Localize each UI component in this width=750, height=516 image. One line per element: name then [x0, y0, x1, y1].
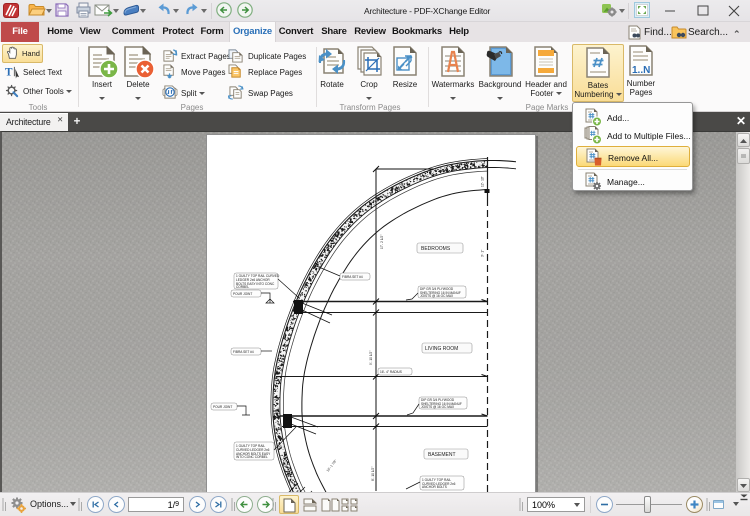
- svg-text:T: T: [5, 66, 13, 78]
- svg-text:JOISTS @ 16 OC MAX: JOISTS @ 16 OC MAX: [421, 405, 455, 409]
- svg-text:FIBRA SET #4: FIBRA SET #4: [342, 275, 363, 279]
- svg-text:BEDROOMS: BEDROOMS: [421, 246, 451, 252]
- svg-text:17'- 2 1/2": 17'- 2 1/2": [380, 235, 384, 249]
- svg-text:CORBEL: CORBEL: [236, 285, 249, 289]
- svg-text:BASEMENT: BASEMENT: [428, 452, 456, 458]
- svg-text:8'- 10 1/2": 8'- 10 1/2": [371, 467, 375, 481]
- svg-text:LIVING ROOM: LIVING ROOM: [425, 346, 458, 352]
- svg-text:INTO CONC CORBEL: INTO CONC CORBEL: [236, 455, 268, 459]
- svg-text:12'- 10": 12'- 10": [481, 176, 485, 187]
- svg-text:10'- 1 7/8": 10'- 1 7/8": [326, 459, 338, 473]
- svg-text:JOISTS @ 16 OC MAX: JOISTS @ 16 OC MAX: [420, 294, 454, 298]
- svg-text:FIBRA SET #4: FIBRA SET #4: [233, 350, 254, 354]
- svg-text:3'- 1": 3'- 1": [481, 250, 485, 257]
- svg-text:16'- 4" RADIUS: 16'- 4" RADIUS: [380, 370, 402, 374]
- svg-text:POUR JOINT: POUR JOINT: [233, 292, 252, 296]
- svg-text:ANCHOR BOLTS: ANCHOR BOLTS: [422, 485, 447, 489]
- svg-text:POUR JOINT: POUR JOINT: [213, 405, 232, 409]
- svg-text:1..N: 1..N: [632, 65, 650, 76]
- svg-text:9'- 10 1/2": 9'- 10 1/2": [369, 351, 373, 365]
